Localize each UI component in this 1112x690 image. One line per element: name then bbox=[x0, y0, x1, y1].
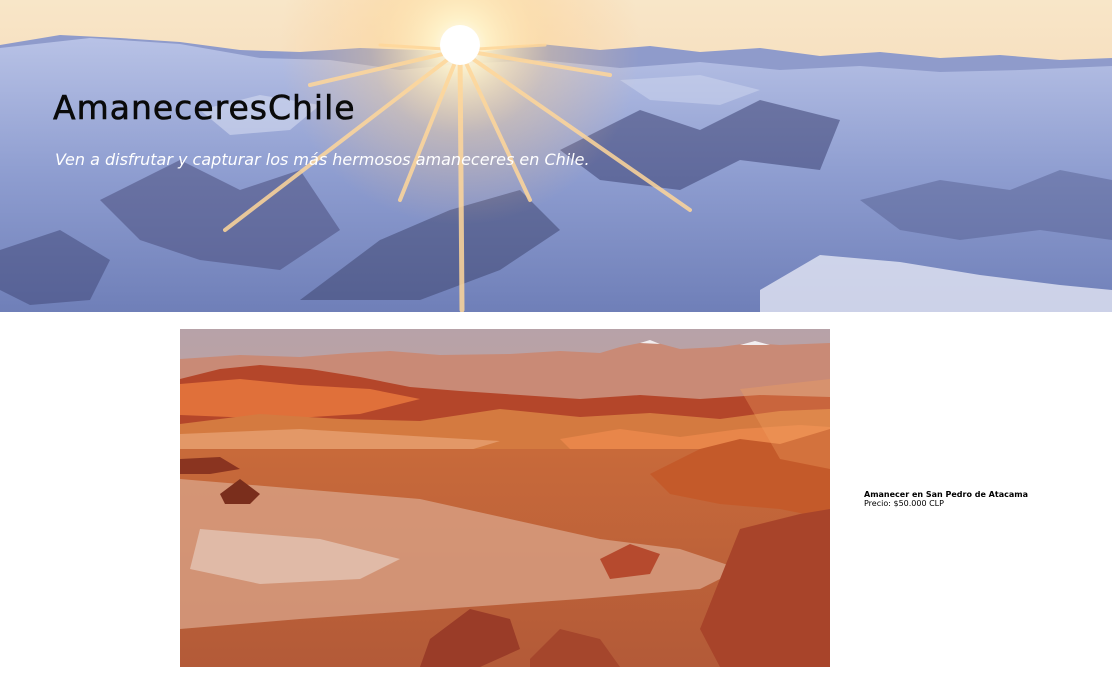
product-info: Amanecer en San Pedro de Atacama Precio:… bbox=[864, 490, 1028, 508]
product-name: Amanecer en San Pedro de Atacama bbox=[864, 490, 1028, 499]
product-image[interactable] bbox=[180, 329, 830, 667]
hero-banner: AmaneceresChile Ven a disfrutar y captur… bbox=[0, 0, 1112, 312]
site-title: AmaneceresChile bbox=[53, 88, 356, 128]
sun bbox=[440, 25, 480, 65]
site-subtitle: Ven a disfrutar y capturar los más hermo… bbox=[55, 150, 590, 169]
atacama-landscape-image bbox=[180, 329, 830, 667]
product-price: Precio: $50.000 CLP bbox=[864, 499, 944, 508]
